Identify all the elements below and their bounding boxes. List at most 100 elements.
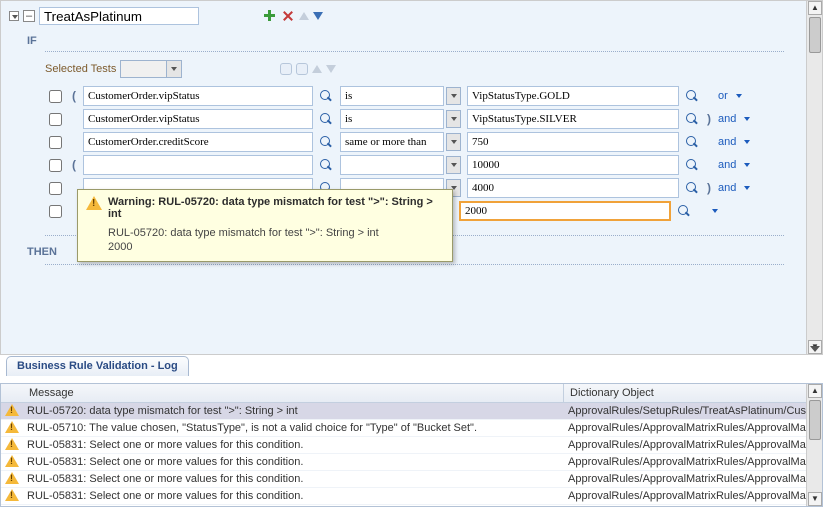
dropdown-icon[interactable] — [446, 110, 461, 128]
panel-toggle-icon[interactable] — [810, 346, 820, 352]
log-col-dict[interactable]: Dictionary Object — [564, 384, 822, 402]
search-icon[interactable] — [685, 158, 700, 173]
connector-menu-icon[interactable] — [744, 163, 750, 167]
log-panel-container: Business Rule Validation - Log Message D… — [0, 355, 823, 507]
log-dict: ApprovalRules/SetupRules/TreatAsPlatinum… — [564, 405, 822, 417]
value-input[interactable] — [467, 109, 679, 129]
selected-tests-combo[interactable] — [120, 60, 182, 78]
value-input[interactable] — [459, 201, 671, 221]
log-row[interactable]: RUL-05831: Select one or more values for… — [1, 454, 822, 471]
dropdown-icon[interactable] — [446, 133, 461, 151]
row-checkbox[interactable] — [49, 182, 62, 195]
log-message: RUL-05831: Select one or more values for… — [23, 473, 564, 485]
value-input[interactable] — [467, 86, 679, 106]
warning-icon — [5, 421, 19, 435]
tests-down-icon[interactable] — [326, 65, 336, 73]
scroll-thumb[interactable] — [809, 17, 821, 53]
log-dict: ApprovalRules/ApprovalMatrixRules/Approv… — [564, 422, 822, 434]
field-input[interactable] — [83, 132, 313, 152]
log-col-message[interactable]: Message — [23, 384, 564, 402]
search-icon[interactable] — [685, 135, 700, 150]
add-icon[interactable] — [263, 9, 277, 23]
rule-name-input[interactable] — [39, 7, 199, 25]
value-input[interactable] — [467, 155, 679, 175]
collapse-toggle-icon[interactable] — [9, 11, 19, 21]
if-label: IF — [27, 35, 800, 47]
collapse-icon[interactable]: – — [23, 10, 35, 22]
connector-menu-icon[interactable] — [736, 94, 742, 98]
log-message: RUL-05710: The value chosen, "StatusType… — [23, 422, 564, 434]
value-input[interactable] — [467, 178, 679, 198]
warning-icon — [5, 472, 19, 486]
log-dict: ApprovalRules/ApprovalMatrixRules/Approv… — [564, 473, 822, 485]
log-col-icon — [1, 384, 23, 402]
rule-editor-panel: – IF Selected Tests (or)andand(and)and T… — [0, 0, 823, 355]
value-input[interactable] — [467, 132, 679, 152]
search-icon[interactable] — [685, 112, 700, 127]
operator-input[interactable] — [340, 86, 444, 106]
search-icon[interactable] — [685, 89, 700, 104]
warning-icon — [5, 489, 19, 503]
row-checkbox[interactable] — [49, 205, 62, 218]
connector-menu-icon[interactable] — [744, 186, 750, 190]
log-row[interactable]: RUL-05710: The value chosen, "StatusType… — [1, 420, 822, 437]
log-body: Message Dictionary Object RUL-05720: dat… — [1, 384, 822, 506]
test-row: (and — [45, 155, 800, 175]
close-paren: ) — [706, 112, 712, 126]
connector-menu-icon[interactable] — [744, 117, 750, 121]
rule-header: – — [9, 7, 800, 25]
swap-right-icon[interactable] — [296, 63, 308, 75]
operator-input[interactable] — [340, 155, 444, 175]
log-dict: ApprovalRules/ApprovalMatrixRules/Approv… — [564, 456, 822, 468]
connector-menu-icon[interactable] — [712, 209, 718, 213]
search-icon[interactable] — [319, 135, 334, 150]
log-row[interactable]: RUL-05831: Select one or more values for… — [1, 471, 822, 488]
row-checkbox[interactable] — [49, 113, 62, 126]
scroll-up-icon[interactable]: ▲ — [808, 1, 822, 15]
field-input[interactable] — [83, 155, 313, 175]
log-row[interactable]: RUL-05831: Select one or more values for… — [1, 437, 822, 454]
log-row[interactable]: RUL-05831: Select one or more values for… — [1, 488, 822, 505]
tooltip-title: Warning: RUL-05720: data type mismatch f… — [86, 196, 444, 220]
test-row: ) and — [45, 109, 800, 129]
row-checkbox[interactable] — [49, 136, 62, 149]
log-message: RUL-05831: Select one or more values for… — [23, 490, 564, 502]
connector-link[interactable]: and — [718, 113, 736, 125]
log-tab[interactable]: Business Rule Validation - Log — [6, 356, 189, 376]
search-icon[interactable] — [319, 158, 334, 173]
move-down-icon[interactable] — [313, 12, 323, 20]
row-checkbox[interactable] — [49, 90, 62, 103]
tests-up-icon[interactable] — [312, 65, 322, 73]
operator-input[interactable] — [340, 132, 444, 152]
field-input[interactable] — [83, 109, 313, 129]
connector-link[interactable]: and — [718, 136, 736, 148]
move-up-icon[interactable] — [299, 12, 309, 20]
search-icon[interactable] — [685, 181, 700, 196]
delete-icon[interactable] — [281, 9, 295, 23]
dropdown-icon[interactable] — [446, 87, 461, 105]
log-scrollbar[interactable]: ▲ ▼ — [806, 384, 822, 506]
selected-tests-label: Selected Tests — [45, 63, 116, 75]
field-input[interactable] — [83, 86, 313, 106]
search-icon[interactable] — [319, 89, 334, 104]
dropdown-icon[interactable] — [446, 156, 461, 174]
row-checkbox[interactable] — [49, 159, 62, 172]
editor-scrollbar[interactable]: ▲ ▼ — [806, 1, 822, 354]
selected-tests-bar: Selected Tests — [45, 60, 800, 78]
dropdown-icon[interactable] — [166, 61, 181, 77]
scroll-thumb[interactable] — [809, 400, 821, 440]
test-row: (or — [45, 86, 800, 106]
warning-icon — [5, 438, 19, 452]
scroll-down-icon[interactable]: ▼ — [808, 492, 822, 506]
search-icon[interactable] — [677, 204, 692, 219]
connector-link[interactable]: and — [718, 182, 736, 194]
search-icon[interactable] — [319, 112, 334, 127]
connector-link[interactable]: or — [718, 90, 728, 102]
connector-link[interactable]: and — [718, 159, 736, 171]
connector-menu-icon[interactable] — [744, 140, 750, 144]
log-message: RUL-05831: Select one or more values for… — [23, 439, 564, 451]
operator-input[interactable] — [340, 109, 444, 129]
swap-left-icon[interactable] — [280, 63, 292, 75]
log-row[interactable]: RUL-05720: data type mismatch for test "… — [1, 403, 822, 420]
scroll-up-icon[interactable]: ▲ — [808, 384, 822, 398]
